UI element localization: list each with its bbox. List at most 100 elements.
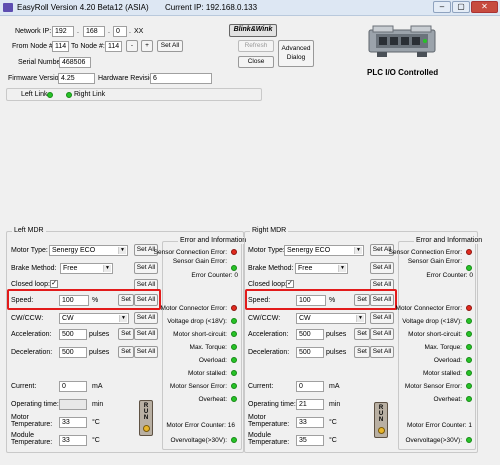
chevron-down-icon: ▼ (354, 247, 362, 254)
left-module-temp-label: Module Temperature: (11, 432, 53, 446)
right-closed-loop-checkbox[interactable]: ✓ (286, 280, 294, 288)
right-acceleration-set-button[interactable]: Set (354, 328, 370, 340)
left-motor-connector-error-led (231, 305, 237, 311)
left-motor-temp-unit: °C (92, 419, 100, 426)
left-brake-method-select[interactable]: Free ▼ (60, 263, 113, 274)
right-brake-method-label: Brake Method: (248, 265, 294, 272)
left-overload-led (231, 357, 237, 363)
ip-dot: . (108, 28, 110, 35)
left-module-temp-value: 33 (59, 435, 87, 446)
right-speed-set-button[interactable]: Set (354, 294, 370, 306)
blink-wink-button[interactable]: Blink&Wink (229, 24, 277, 37)
left-operating-time-unit: min (92, 401, 104, 408)
close-icon[interactable]: ✕ (471, 1, 498, 13)
left-deceleration-unit: pulses (89, 349, 110, 356)
right-overload-led (466, 357, 472, 363)
left-deceleration-set-button[interactable]: Set (118, 346, 134, 358)
left-speed-set-button[interactable]: Set (118, 294, 134, 306)
left-module-temp-unit: °C (92, 437, 100, 444)
right-motor-sensor-error-led (466, 383, 472, 389)
right-motor-temp-value: 33 (296, 417, 324, 428)
right-sensor-gain-error-label: Sensor Gain Error: (407, 258, 462, 265)
left-speed-input[interactable]: 100 (59, 295, 89, 306)
right-motor-error-counter: Motor Error Counter: 1 (406, 422, 472, 429)
right-brake-method-select[interactable]: Free ▼ (295, 263, 348, 274)
minimize-icon[interactable]: – (433, 1, 451, 13)
left-cw-ccw-select[interactable]: CW ▼ (59, 313, 129, 324)
refresh-button[interactable]: Refresh (238, 40, 274, 52)
left-motor-type-value: Senergy ECO (52, 247, 96, 254)
left-motor-connector-error-label: Motor Connector Error: (160, 305, 227, 312)
right-sensor-connection-error-led (466, 249, 472, 255)
left-run-label: RUN (143, 403, 149, 421)
left-mdr-title: Left MDR (12, 227, 46, 234)
left-overvoltage-label: Overvoltage(>30V): (170, 437, 227, 444)
node-set-all-button[interactable]: Set All (157, 40, 183, 52)
right-sensor-connection-error-label: Sensor Connection Error: (388, 249, 462, 256)
right-overheat-led (466, 396, 472, 402)
left-link-label: Left Link (21, 91, 48, 98)
plc-device-icon (368, 22, 436, 60)
ip-octet-2[interactable]: 168 (83, 26, 105, 37)
right-short-circuit-label: Motor short-circuit: (408, 331, 462, 338)
left-info-title: Error and Information (178, 237, 249, 244)
right-acceleration-input[interactable]: 500 (296, 329, 324, 340)
left-closed-loop-checkbox[interactable]: ✓ (50, 280, 58, 288)
right-sensor-gain-error-led (466, 265, 472, 271)
right-max-torque-led (466, 344, 472, 350)
right-link-led (66, 92, 72, 98)
to-node-input[interactable]: 114 (105, 41, 122, 52)
right-motor-connector-error-label: Motor Connector Error: (395, 305, 462, 312)
node-plus-button[interactable]: + (141, 40, 153, 52)
chevron-down-icon: ▼ (103, 265, 111, 272)
right-motor-temp-unit: °C (329, 419, 337, 426)
right-cw-ccw-select[interactable]: CW ▼ (296, 313, 366, 324)
left-overheat-label: Overheat: (198, 396, 227, 403)
maximize-icon[interactable]: ▢ (452, 1, 470, 13)
left-acceleration-input[interactable]: 500 (59, 329, 87, 340)
advanced-dialog-button[interactable]: Advanced Dialog (278, 40, 314, 67)
right-overvoltage-label: Overvoltage(>30V): (405, 437, 462, 444)
ip-octet-1[interactable]: 192 (52, 26, 74, 37)
blink-wink-label: Blink&Wink (233, 26, 273, 33)
right-module-temp-label: Module Temperature: (248, 432, 290, 446)
title-bar: EasyRoll Version 4.20 Beta12 (ASIA) Curr… (0, 0, 500, 16)
from-node-input[interactable]: 114 (52, 41, 69, 52)
ip-octet-3[interactable]: 0 (113, 26, 127, 37)
left-overheat-led (231, 396, 237, 402)
right-link-label: Right Link (74, 91, 106, 98)
left-motor-type-select[interactable]: Senergy ECO ▼ (49, 245, 128, 256)
to-node-label: To Node #: (71, 43, 105, 50)
right-speed-unit: % (329, 297, 336, 304)
left-deceleration-input[interactable]: 500 (59, 347, 87, 358)
right-speed-label: Speed: (248, 297, 271, 304)
right-speed-input[interactable]: 100 (296, 295, 326, 306)
advanced-dialog-label: Advanced Dialog (281, 45, 311, 61)
right-overheat-label: Overheat: (433, 396, 462, 403)
window-title: EasyRoll Version 4.20 Beta12 (ASIA) (17, 3, 149, 12)
left-closed-loop-label: Closed loop: (11, 281, 50, 288)
plc-controlled-label: PLC I/O Controlled (367, 68, 439, 77)
right-deceleration-input[interactable]: 500 (296, 347, 324, 358)
left-current-value: 0 (59, 381, 87, 392)
left-motor-error-counter: Motor Error Counter: 16 (166, 422, 235, 429)
serial-number-value: 468506 (59, 57, 91, 68)
right-motor-type-label: Motor Type: (248, 247, 285, 254)
right-motor-temp-label: Motor Temperature: (248, 414, 290, 428)
left-motor-sensor-error-led (231, 383, 237, 389)
left-voltage-drop-label: Voltage drop (<18V): (167, 318, 227, 325)
right-deceleration-set-button[interactable]: Set (354, 346, 370, 358)
right-run-icon: RUN (374, 402, 388, 438)
left-overload-label: Overload: (198, 357, 227, 364)
left-sensor-gain-error-label: Sensor Gain Error: (172, 258, 227, 265)
left-acceleration-set-button[interactable]: Set (118, 328, 134, 340)
left-acceleration-unit: pulses (89, 331, 110, 338)
right-overload-label: Overload: (433, 357, 462, 364)
close-button[interactable]: Close (238, 56, 274, 68)
left-max-torque-led (231, 344, 237, 350)
node-minus-button[interactable]: - (126, 40, 138, 52)
left-short-circuit-label: Motor short-circuit: (173, 331, 227, 338)
right-run-label: RUN (378, 405, 384, 423)
right-deceleration-label: Deceleration: (248, 349, 290, 356)
right-motor-type-select[interactable]: Senergy ECO ▼ (284, 245, 364, 256)
